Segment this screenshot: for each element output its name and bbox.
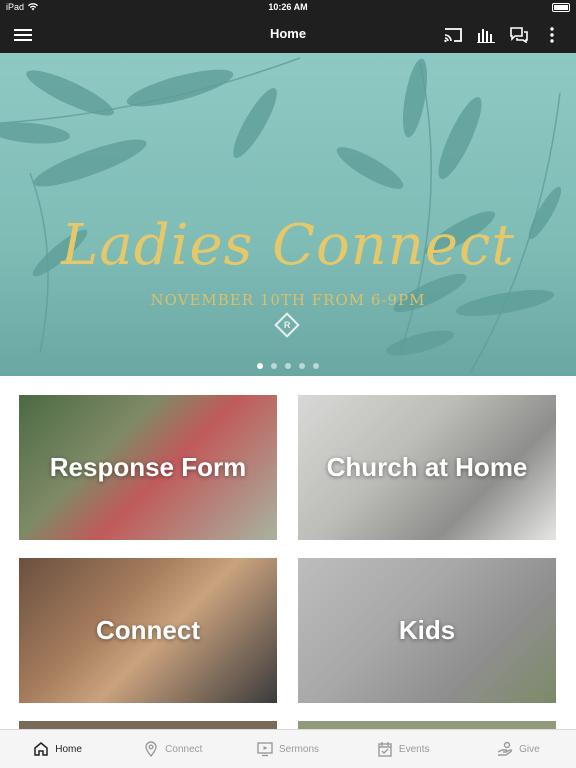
app-bar: Home: [0, 16, 576, 53]
carousel-dot-1[interactable]: [257, 363, 263, 369]
tab-events[interactable]: Events: [346, 730, 461, 768]
logo-letter: R: [283, 320, 291, 330]
tab-sermons[interactable]: Sermons: [230, 730, 345, 768]
home-icon: [34, 742, 48, 756]
tab-connect[interactable]: Connect: [115, 730, 230, 768]
audio-bars-icon[interactable]: [475, 24, 497, 46]
tab-give[interactable]: Give: [461, 730, 576, 768]
status-time: 10:26 AM: [268, 2, 308, 12]
carousel-dots: [0, 363, 576, 369]
tile-kids[interactable]: Kids: [298, 558, 556, 703]
tile-label: Response Form: [49, 452, 247, 482]
carousel-dot-5[interactable]: [313, 363, 319, 369]
tile-response-form[interactable]: Response Form: [19, 395, 277, 540]
tile-label: Connect: [96, 615, 200, 645]
give-hand-icon: [497, 741, 513, 756]
battery-icon: [552, 3, 570, 12]
tv-play-icon: [257, 742, 273, 757]
tab-label: Home: [55, 743, 82, 755]
carousel-dot-3[interactable]: [285, 363, 291, 369]
tab-home[interactable]: Home: [0, 730, 115, 768]
status-bar: iPad 10:26 AM: [0, 0, 576, 16]
hero-title: Ladies Connect: [61, 213, 515, 278]
tab-label: Sermons: [279, 743, 320, 755]
carousel-dot-4[interactable]: [299, 363, 305, 369]
location-pin-icon: [145, 741, 157, 757]
tile-label: Kids: [398, 615, 456, 645]
calendar-check-icon: [378, 742, 392, 757]
tile-label: Church at Home: [326, 452, 528, 482]
chat-icon[interactable]: [508, 24, 530, 46]
tile-church-at-home[interactable]: Church at Home: [298, 395, 556, 540]
carousel-dot-2[interactable]: [271, 363, 277, 369]
bottom-tab-bar: Home Connect Sermons Events Give: [0, 729, 576, 768]
tile-connect[interactable]: Connect: [19, 558, 277, 703]
hero-subtitle: NOVEMBER 10TH FROM 6-9PM: [150, 291, 426, 309]
hero-banner[interactable]: Ladies Connect NOVEMBER 10TH FROM 6-9PM …: [0, 53, 576, 376]
cast-icon[interactable]: [442, 24, 464, 46]
tab-label: Events: [398, 743, 430, 755]
tab-label: Connect: [165, 743, 203, 755]
tab-label: Give: [519, 743, 540, 755]
more-vertical-icon[interactable]: [541, 24, 563, 46]
